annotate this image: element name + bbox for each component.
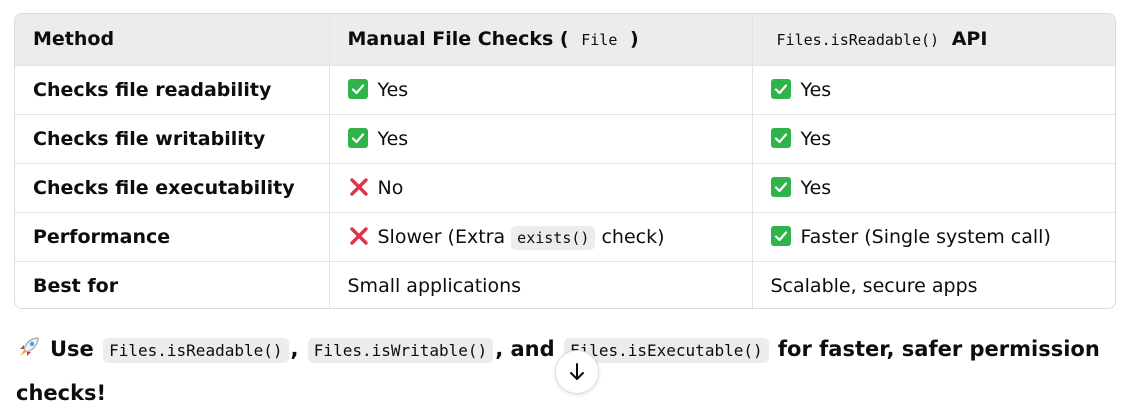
header-method: Method bbox=[15, 14, 330, 66]
manual-cell: Yes bbox=[329, 65, 753, 115]
inline-code: Files.isWritable() bbox=[307, 338, 494, 363]
arrow-down-icon bbox=[570, 363, 584, 380]
check-icon bbox=[770, 225, 791, 246]
row-label: Checks file writability bbox=[15, 114, 330, 164]
rocket-icon bbox=[20, 337, 39, 356]
manual-cell: No bbox=[329, 163, 753, 213]
inline-code: Files.isReadable() bbox=[770, 28, 946, 53]
row-label: Best for bbox=[15, 261, 330, 308]
table-row: Checks file readability Yes Yes bbox=[15, 65, 1115, 115]
check-icon bbox=[347, 78, 368, 99]
inline-code: File bbox=[575, 28, 624, 53]
check-icon bbox=[770, 176, 791, 197]
table-row: Performance Slower (Extra exists() check… bbox=[15, 212, 1115, 262]
manual-cell: Slower (Extra exists() check) bbox=[329, 212, 753, 262]
table-row: Checks file writability Yes Yes bbox=[15, 114, 1115, 164]
row-label: Checks file executability bbox=[15, 163, 330, 213]
api-cell: Yes bbox=[752, 163, 1115, 213]
table-header-row: Method Manual File Checks ( File ) Files… bbox=[15, 14, 1115, 66]
scroll-down-button[interactable] bbox=[555, 350, 599, 394]
inline-code: exists() bbox=[511, 226, 596, 250]
cross-icon bbox=[349, 227, 368, 245]
header-api: Files.isReadable() API bbox=[752, 14, 1115, 66]
row-label: Performance bbox=[15, 212, 330, 262]
row-label: Checks file readability bbox=[15, 65, 330, 115]
api-cell: Yes bbox=[752, 65, 1115, 115]
cross-icon bbox=[349, 178, 368, 196]
table-row: Best for Small applications Scalable, se… bbox=[15, 261, 1115, 308]
check-icon bbox=[347, 127, 368, 148]
api-cell: Scalable, secure apps bbox=[770, 274, 978, 297]
api-cell: Yes bbox=[752, 114, 1115, 164]
api-cell: Faster (Single system call) bbox=[752, 212, 1115, 262]
comparison-table: Method Manual File Checks ( File ) Files… bbox=[14, 13, 1116, 309]
page: Method Manual File Checks ( File ) Files… bbox=[0, 0, 1132, 409]
manual-cell: Yes bbox=[329, 114, 753, 164]
manual-cell: Small applications bbox=[329, 261, 753, 308]
inline-code: Files.isReadable() bbox=[103, 338, 289, 363]
header-manual: Manual File Checks ( File ) bbox=[329, 14, 753, 66]
check-icon bbox=[770, 127, 791, 148]
check-icon bbox=[770, 78, 791, 99]
table-row: Checks file executability No Yes bbox=[15, 163, 1115, 213]
